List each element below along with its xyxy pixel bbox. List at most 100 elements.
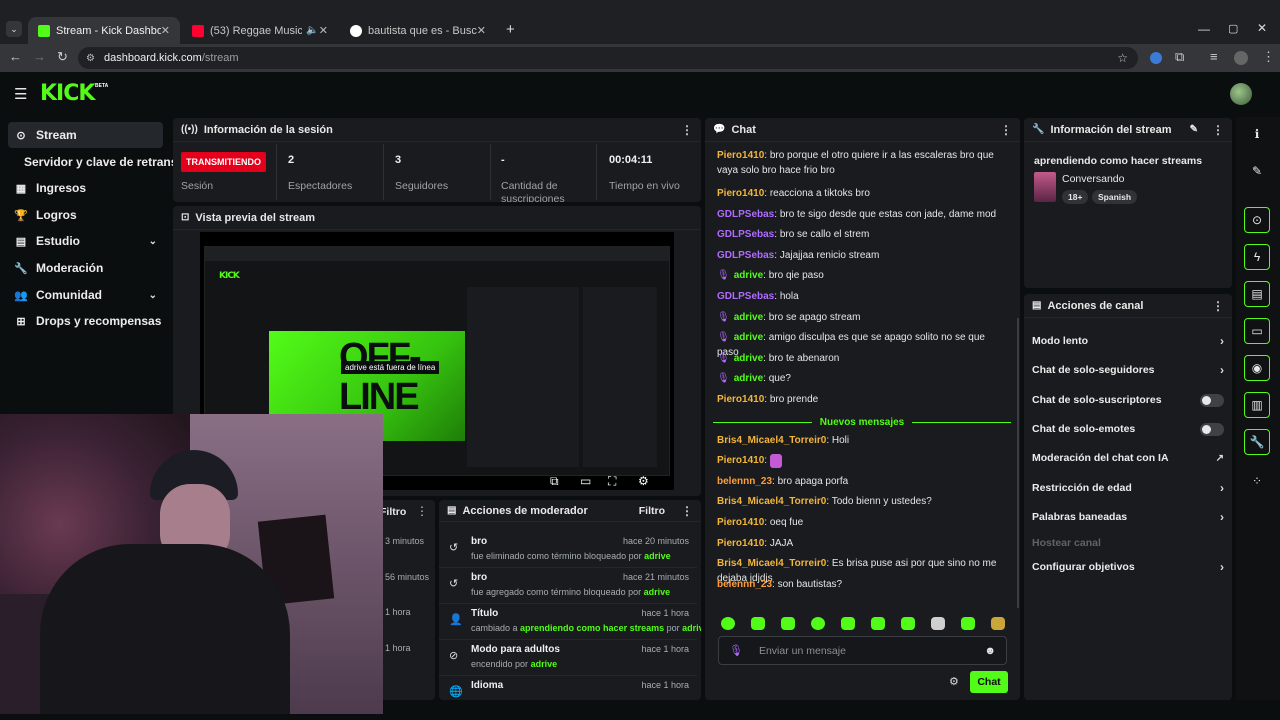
tab-google-search[interactable]: bautista que es - Buscar con Go ✕ bbox=[340, 17, 496, 44]
extensions-puzzle-icon[interactable]: ⧉ bbox=[1175, 49, 1184, 65]
chat-message[interactable]: Bris4_Micael4_Torreir0: Todo bienn y ust… bbox=[717, 494, 1007, 509]
media-controls-icon[interactable]: ≡ bbox=[1210, 49, 1218, 64]
audio-playing-icon[interactable]: 🔈 bbox=[306, 25, 318, 36]
document-icon[interactable]: ▤ bbox=[1244, 281, 1270, 307]
chat-username[interactable]: adrive bbox=[734, 353, 763, 364]
sidebar-item-comunidad[interactable]: 👥 Comunidad ⌄ bbox=[8, 282, 163, 308]
sidebar-item-logros[interactable]: 🏆 Logros bbox=[8, 202, 163, 228]
broadcast-icon[interactable]: ◉ bbox=[1244, 355, 1270, 381]
more-options-icon[interactable]: ⋮ bbox=[416, 504, 428, 518]
extension-icon[interactable] bbox=[1150, 52, 1162, 64]
forward-icon[interactable]: → bbox=[33, 49, 46, 64]
chat-message[interactable]: belennn_23: bro apaga porfa bbox=[717, 474, 1007, 489]
more-options-icon[interactable]: ⋮ bbox=[1000, 123, 1012, 137]
emote-icon[interactable] bbox=[871, 617, 885, 630]
toggle-switch[interactable] bbox=[1200, 422, 1224, 436]
chat-message[interactable]: belennn_23: son bautistas? bbox=[717, 577, 1007, 592]
sidebar-item-stream[interactable]: ⊙ Stream bbox=[8, 122, 163, 148]
info-icon[interactable]: ℹ bbox=[1244, 121, 1270, 147]
chat-username[interactable]: adrive bbox=[734, 332, 763, 343]
camera-capture-icon[interactable]: ⊙ bbox=[1244, 207, 1270, 233]
channel-action-row[interactable]: Chat de solo-emotes bbox=[1032, 418, 1224, 440]
emote-icon[interactable] bbox=[991, 617, 1005, 630]
channel-action-row[interactable]: Moderación del chat con IA ↗ bbox=[1032, 447, 1224, 469]
chat-message[interactable]: GDLPSebas: bro te sigo desde que estas c… bbox=[717, 207, 1007, 222]
emote-icon[interactable] bbox=[751, 617, 765, 630]
more-options-icon[interactable]: ⋮ bbox=[1212, 299, 1224, 313]
chat-send-button[interactable]: Chat bbox=[970, 671, 1008, 693]
chat-message[interactable]: Piero1410: oeq fue bbox=[717, 515, 1007, 530]
channel-action-row[interactable]: Modo lento › bbox=[1032, 330, 1224, 352]
wrench-icon[interactable]: 🔧 bbox=[1244, 429, 1270, 455]
chat-username[interactable]: GDLPSebas bbox=[717, 209, 774, 220]
chat-settings-gear-icon[interactable]: ⚙ bbox=[949, 675, 959, 688]
emote-icon[interactable] bbox=[811, 617, 825, 630]
close-tab-icon[interactable]: ✕ bbox=[319, 24, 328, 37]
user-avatar[interactable] bbox=[1230, 83, 1252, 105]
chat-message[interactable]: Bris4_Micael4_Torreir0: Holi bbox=[717, 433, 1007, 448]
sidebar-item-estudio[interactable]: ▤ Estudio ⌄ bbox=[8, 228, 163, 254]
chat-username[interactable]: Piero1410 bbox=[717, 188, 764, 199]
filter-button[interactable]: Filtro bbox=[380, 506, 406, 518]
more-options-icon[interactable]: ⋮ bbox=[681, 504, 693, 518]
chat-message[interactable]: 🎙 adrive: bro te abenaron bbox=[717, 351, 1007, 366]
emote-icon[interactable] bbox=[781, 617, 795, 630]
channel-action-row[interactable]: Palabras baneadas › bbox=[1032, 506, 1224, 528]
emote-icon[interactable] bbox=[721, 617, 735, 630]
mod-action-row[interactable]: ↺ bro fue eliminado como término bloquea… bbox=[439, 532, 697, 568]
channel-action-row[interactable]: Chat de solo-suscriptores bbox=[1032, 389, 1224, 411]
layout-icon[interactable]: ▥ bbox=[1244, 392, 1270, 418]
toggle-switch[interactable] bbox=[1200, 393, 1224, 407]
chat-username[interactable]: Piero1410 bbox=[717, 538, 764, 549]
chat-message[interactable]: 🎙 adrive: bro se apago stream bbox=[717, 310, 1007, 325]
emote-icon[interactable] bbox=[841, 617, 855, 630]
emote-icon[interactable] bbox=[931, 617, 945, 630]
chat-message[interactable]: 🎙 adrive: que? bbox=[717, 371, 1007, 386]
more-options-icon[interactable]: ⋮ bbox=[1212, 123, 1224, 137]
emoji-icon[interactable]: ☻ bbox=[984, 645, 996, 657]
mod-action-row[interactable]: ⊘ Modo para adultos encendido por adrive… bbox=[439, 640, 697, 676]
reload-icon[interactable]: ↻ bbox=[57, 49, 68, 65]
chat-message[interactable]: GDLPSebas: hola bbox=[717, 289, 1007, 304]
sidebar-item-ingresos[interactable]: ▦ Ingresos bbox=[8, 175, 163, 201]
chat-username[interactable]: Piero1410 bbox=[717, 394, 764, 405]
chat-icon[interactable]: ▭ bbox=[1244, 318, 1270, 344]
emote-icon[interactable] bbox=[901, 617, 915, 630]
sidebar-item-drops[interactable]: ⊞ Drops y recompensas bbox=[8, 308, 178, 334]
mod-action-row[interactable]: 🌐 Idioma hace 1 hora bbox=[439, 676, 697, 700]
back-icon[interactable]: ← bbox=[9, 49, 22, 64]
chat-message[interactable]: Piero1410: bbox=[717, 453, 1007, 468]
edit-pencil-icon[interactable]: ✎ bbox=[1244, 158, 1270, 184]
tab-search-icon[interactable]: ⌄ bbox=[6, 21, 22, 37]
maximize-window-icon[interactable]: ▢ bbox=[1228, 22, 1238, 35]
profile-avatar-icon[interactable] bbox=[1234, 51, 1248, 65]
filter-button[interactable]: Filtro bbox=[639, 505, 665, 517]
chat-username[interactable]: Bris4_Micael4_Torreir0 bbox=[717, 558, 826, 569]
chat-username[interactable]: Piero1410 bbox=[717, 517, 764, 528]
address-bar[interactable]: ⚙ dashboard.kick.com/stream ☆ bbox=[78, 47, 1138, 69]
hamburger-menu-icon[interactable]: ☰ bbox=[14, 85, 27, 103]
chat-username[interactable]: adrive bbox=[734, 270, 763, 281]
channel-action-row[interactable]: Chat de solo-seguidores › bbox=[1032, 359, 1224, 381]
sidebar-item-server-key[interactable]: Servidor y clave de retransm bbox=[18, 149, 178, 175]
tab-youtube[interactable]: (53) Reggae Music Mix 10 H 🔈 ✕ bbox=[182, 17, 338, 44]
chat-username[interactable]: GDLPSebas bbox=[717, 291, 774, 302]
lightning-icon[interactable]: ϟ bbox=[1244, 244, 1270, 270]
chat-message[interactable]: GDLPSebas: bro se callo el strem bbox=[717, 227, 1007, 242]
emote-icon[interactable] bbox=[961, 617, 975, 630]
new-tab-button[interactable]: + bbox=[506, 21, 515, 38]
sidebar-item-moderacion[interactable]: 🔧 Moderación bbox=[8, 255, 163, 281]
minimize-window-icon[interactable]: — bbox=[1198, 22, 1210, 36]
chat-message[interactable]: Piero1410: reacciona a tiktoks bro bbox=[717, 186, 1007, 201]
more-options-icon[interactable]: ⋮ bbox=[681, 123, 693, 137]
fullscreen-icon[interactable]: ⛶ bbox=[608, 474, 616, 489]
category-name[interactable]: Conversando bbox=[1062, 173, 1124, 185]
chat-input[interactable]: 🎙 Enviar un mensaje ☻ bbox=[718, 636, 1007, 665]
tab-kick-dashboard[interactable]: Stream - Kick Dashboard ✕ bbox=[28, 17, 180, 44]
edit-pencil-icon[interactable]: ✎ bbox=[1190, 124, 1198, 135]
apps-icon[interactable]: ⁘ bbox=[1244, 468, 1270, 494]
chat-message[interactable]: 🎙 adrive: bro qie paso bbox=[717, 268, 1007, 283]
chat-message[interactable]: Piero1410: JAJA bbox=[717, 536, 1007, 551]
channel-action-row[interactable]: Restricción de edad › bbox=[1032, 477, 1224, 499]
scrollbar[interactable] bbox=[1017, 318, 1019, 608]
